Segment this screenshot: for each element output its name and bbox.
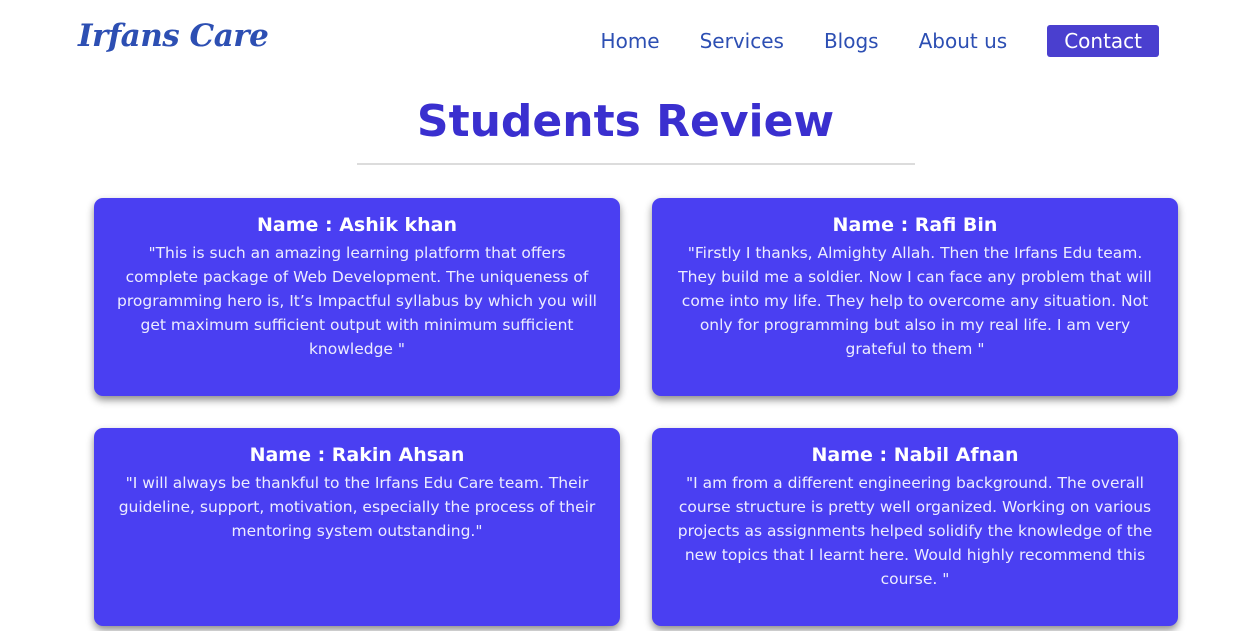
- navbar: Irfans Care Home Services Blogs About us…: [0, 0, 1251, 82]
- review-name: Name : Rakin Ahsan: [249, 444, 465, 466]
- nav-blogs-link[interactable]: Blogs: [824, 25, 879, 57]
- section-title: Students Review: [416, 96, 835, 147]
- title-divider: [357, 163, 915, 165]
- review-card: Name : Nabil Afnan "I am from a differen…: [652, 428, 1178, 626]
- nav-home-link[interactable]: Home: [601, 25, 660, 57]
- review-text: "I will always be thankful to the Irfans…: [118, 474, 596, 540]
- nav-services-link[interactable]: Services: [700, 25, 784, 57]
- nav-about-link[interactable]: About us: [919, 25, 1008, 57]
- review-text: "Firstly I thanks, Almighty Allah. Then …: [678, 244, 1152, 358]
- review-text: "I am from a different engineering backg…: [677, 474, 1153, 588]
- review-card: Name : Rafi Bin "Firstly I thanks, Almig…: [652, 198, 1178, 396]
- review-card: Name : Rakin Ahsan "I will always be tha…: [94, 428, 620, 626]
- review-name: Name : Nabil Afnan: [811, 444, 1019, 466]
- brand-logo[interactable]: Irfans Care: [78, 18, 269, 54]
- contact-button[interactable]: Contact: [1047, 25, 1159, 57]
- review-name: Name : Rafi Bin: [832, 214, 998, 236]
- nav-links: Home Services Blogs About us Contact: [561, 25, 1159, 57]
- review-text: "This is such an amazing learning platfo…: [117, 244, 597, 358]
- review-card: Name : Ashik khan "This is such an amazi…: [94, 198, 620, 396]
- review-name: Name : Ashik khan: [256, 214, 458, 236]
